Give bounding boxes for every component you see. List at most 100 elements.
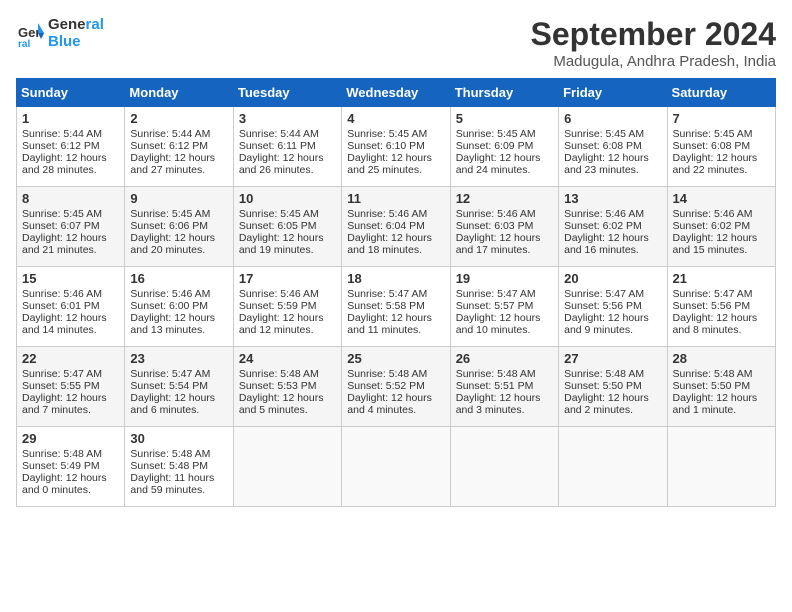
calendar-cell: 27 Sunrise: 5:48 AM Sunset: 5:50 PM Dayl… — [559, 347, 667, 427]
daylight-label: Daylight: 12 hours and 0 minutes. — [22, 472, 107, 496]
sunset-label: Sunset: 6:08 PM — [673, 140, 751, 152]
day-number: 23 — [130, 351, 227, 366]
sunset-label: Sunset: 6:02 PM — [673, 220, 751, 232]
sunset-label: Sunset: 5:49 PM — [22, 460, 100, 472]
day-number: 15 — [22, 271, 119, 286]
sunrise-label: Sunrise: 5:48 AM — [239, 368, 319, 380]
calendar-cell: 1 Sunrise: 5:44 AM Sunset: 6:12 PM Dayli… — [17, 107, 125, 187]
daylight-label: Daylight: 12 hours and 27 minutes. — [130, 152, 215, 176]
sunrise-label: Sunrise: 5:46 AM — [347, 208, 427, 220]
sunrise-label: Sunrise: 5:45 AM — [456, 128, 536, 140]
day-number: 27 — [564, 351, 661, 366]
sunset-label: Sunset: 6:06 PM — [130, 220, 208, 232]
sunrise-label: Sunrise: 5:46 AM — [22, 288, 102, 300]
header-wednesday: Wednesday — [342, 79, 450, 107]
sunrise-label: Sunrise: 5:48 AM — [22, 448, 102, 460]
logo-text: General — [48, 16, 104, 33]
daylight-label: Daylight: 12 hours and 7 minutes. — [22, 392, 107, 416]
sunrise-label: Sunrise: 5:48 AM — [130, 448, 210, 460]
calendar-cell: 2 Sunrise: 5:44 AM Sunset: 6:12 PM Dayli… — [125, 107, 233, 187]
sunset-label: Sunset: 6:12 PM — [130, 140, 208, 152]
day-number: 11 — [347, 191, 444, 206]
sunset-label: Sunset: 6:05 PM — [239, 220, 317, 232]
sunset-label: Sunset: 5:56 PM — [564, 300, 642, 312]
month-title: September 2024 — [531, 16, 776, 53]
daylight-label: Daylight: 12 hours and 14 minutes. — [22, 312, 107, 336]
calendar-week-row: 15 Sunrise: 5:46 AM Sunset: 6:01 PM Dayl… — [17, 267, 776, 347]
day-number: 20 — [564, 271, 661, 286]
calendar-week-row: 29 Sunrise: 5:48 AM Sunset: 5:49 PM Dayl… — [17, 427, 776, 507]
calendar-cell: 7 Sunrise: 5:45 AM Sunset: 6:08 PM Dayli… — [667, 107, 775, 187]
sunrise-label: Sunrise: 5:46 AM — [239, 288, 319, 300]
calendar-cell: 23 Sunrise: 5:47 AM Sunset: 5:54 PM Dayl… — [125, 347, 233, 427]
sunrise-label: Sunrise: 5:47 AM — [456, 288, 536, 300]
calendar-cell: 30 Sunrise: 5:48 AM Sunset: 5:48 PM Dayl… — [125, 427, 233, 507]
daylight-label: Daylight: 12 hours and 18 minutes. — [347, 232, 432, 256]
day-number: 4 — [347, 111, 444, 126]
calendar-cell: 18 Sunrise: 5:47 AM Sunset: 5:58 PM Dayl… — [342, 267, 450, 347]
day-number: 9 — [130, 191, 227, 206]
day-number: 18 — [347, 271, 444, 286]
sunset-label: Sunset: 5:50 PM — [564, 380, 642, 392]
day-number: 29 — [22, 431, 119, 446]
daylight-label: Daylight: 12 hours and 4 minutes. — [347, 392, 432, 416]
day-number: 19 — [456, 271, 553, 286]
calendar-cell: 8 Sunrise: 5:45 AM Sunset: 6:07 PM Dayli… — [17, 187, 125, 267]
sunset-label: Sunset: 6:03 PM — [456, 220, 534, 232]
day-number: 22 — [22, 351, 119, 366]
calendar-week-row: 8 Sunrise: 5:45 AM Sunset: 6:07 PM Dayli… — [17, 187, 776, 267]
calendar-cell: 20 Sunrise: 5:47 AM Sunset: 5:56 PM Dayl… — [559, 267, 667, 347]
calendar-cell: 14 Sunrise: 5:46 AM Sunset: 6:02 PM Dayl… — [667, 187, 775, 267]
calendar-cell: 4 Sunrise: 5:45 AM Sunset: 6:10 PM Dayli… — [342, 107, 450, 187]
calendar-cell: 10 Sunrise: 5:45 AM Sunset: 6:05 PM Dayl… — [233, 187, 341, 267]
day-number: 5 — [456, 111, 553, 126]
calendar-cell: 24 Sunrise: 5:48 AM Sunset: 5:53 PM Dayl… — [233, 347, 341, 427]
sunrise-label: Sunrise: 5:46 AM — [673, 208, 753, 220]
sunset-label: Sunset: 6:07 PM — [22, 220, 100, 232]
daylight-label: Daylight: 12 hours and 13 minutes. — [130, 312, 215, 336]
svg-text:ral: ral — [18, 39, 30, 47]
sunset-label: Sunset: 5:54 PM — [130, 380, 208, 392]
daylight-label: Daylight: 12 hours and 21 minutes. — [22, 232, 107, 256]
calendar-cell: 28 Sunrise: 5:48 AM Sunset: 5:50 PM Dayl… — [667, 347, 775, 427]
calendar-cell — [450, 427, 558, 507]
sunset-label: Sunset: 5:50 PM — [673, 380, 751, 392]
daylight-label: Daylight: 12 hours and 8 minutes. — [673, 312, 758, 336]
calendar-week-row: 22 Sunrise: 5:47 AM Sunset: 5:55 PM Dayl… — [17, 347, 776, 427]
day-number: 30 — [130, 431, 227, 446]
day-number: 13 — [564, 191, 661, 206]
sunset-label: Sunset: 6:02 PM — [564, 220, 642, 232]
sunset-label: Sunset: 6:12 PM — [22, 140, 100, 152]
sunrise-label: Sunrise: 5:47 AM — [673, 288, 753, 300]
location: Madugula, Andhra Pradesh, India — [531, 53, 776, 70]
daylight-label: Daylight: 12 hours and 12 minutes. — [239, 312, 324, 336]
sunset-label: Sunset: 6:01 PM — [22, 300, 100, 312]
calendar-cell: 5 Sunrise: 5:45 AM Sunset: 6:09 PM Dayli… — [450, 107, 558, 187]
calendar-cell: 25 Sunrise: 5:48 AM Sunset: 5:52 PM Dayl… — [342, 347, 450, 427]
logo-text2: Blue — [48, 33, 104, 50]
daylight-label: Daylight: 12 hours and 3 minutes. — [456, 392, 541, 416]
daylight-label: Daylight: 12 hours and 28 minutes. — [22, 152, 107, 176]
daylight-label: Daylight: 12 hours and 1 minute. — [673, 392, 758, 416]
sunset-label: Sunset: 5:55 PM — [22, 380, 100, 392]
daylight-label: Daylight: 11 hours and 59 minutes. — [130, 472, 214, 496]
calendar-week-row: 1 Sunrise: 5:44 AM Sunset: 6:12 PM Dayli… — [17, 107, 776, 187]
day-number: 17 — [239, 271, 336, 286]
sunrise-label: Sunrise: 5:47 AM — [347, 288, 427, 300]
sunrise-label: Sunrise: 5:48 AM — [564, 368, 644, 380]
day-number: 6 — [564, 111, 661, 126]
day-number: 3 — [239, 111, 336, 126]
sunset-label: Sunset: 6:09 PM — [456, 140, 534, 152]
calendar-cell: 12 Sunrise: 5:46 AM Sunset: 6:03 PM Dayl… — [450, 187, 558, 267]
logo-icon: Gene ral — [16, 19, 44, 47]
day-number: 1 — [22, 111, 119, 126]
daylight-label: Daylight: 12 hours and 24 minutes. — [456, 152, 541, 176]
sunrise-label: Sunrise: 5:46 AM — [564, 208, 644, 220]
calendar-cell: 21 Sunrise: 5:47 AM Sunset: 5:56 PM Dayl… — [667, 267, 775, 347]
header-thursday: Thursday — [450, 79, 558, 107]
daylight-label: Daylight: 12 hours and 2 minutes. — [564, 392, 649, 416]
sunrise-label: Sunrise: 5:44 AM — [22, 128, 102, 140]
sunrise-label: Sunrise: 5:46 AM — [456, 208, 536, 220]
sunset-label: Sunset: 6:04 PM — [347, 220, 425, 232]
daylight-label: Daylight: 12 hours and 5 minutes. — [239, 392, 324, 416]
